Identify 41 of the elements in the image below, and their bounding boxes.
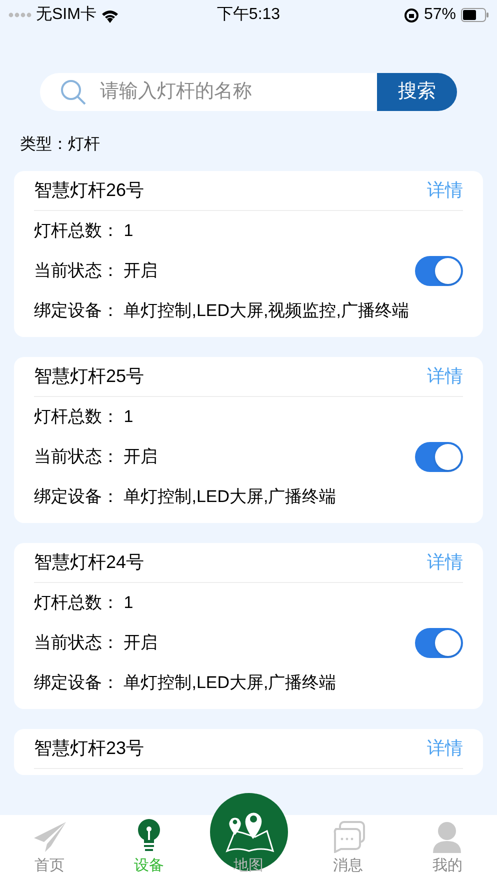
time-text: 下午5:13 (216, 5, 282, 25)
nav-tab[interactable]: 消息 (298, 815, 398, 883)
light-bulb-icon (137, 818, 162, 852)
person-icon (431, 820, 464, 852)
card-title: 智慧灯杆26号 (34, 179, 144, 202)
card-title: 智慧灯杆25号 (34, 365, 144, 388)
rotation-lock-icon (404, 8, 419, 22)
nav-tab[interactable]: 我的 (398, 815, 497, 883)
tab-label: 地图 (234, 856, 264, 876)
signal-icon (8, 12, 32, 18)
details-link[interactable]: 详情 (427, 549, 463, 576)
paper-plane-icon (32, 820, 67, 852)
nav-tab[interactable]: 设备 (99, 815, 199, 883)
battery-percent: 57% (424, 5, 456, 25)
details-link[interactable]: 详情 (427, 363, 463, 390)
info-text: 灯杆总数： 1 (34, 406, 134, 428)
wifi-icon (100, 8, 120, 22)
info-text: 当前状态： 开启 (34, 446, 159, 468)
status-switch[interactable] (415, 442, 463, 472)
filter-value: 灯杆 (68, 135, 100, 155)
status-switch[interactable] (415, 256, 463, 286)
search-button[interactable]: 搜索 (377, 73, 457, 111)
status-switch[interactable] (415, 628, 463, 658)
info-text: 当前状态： 开启 (34, 260, 159, 282)
info-text: 绑定设备： 单灯控制,LED大屏,广播终端 (34, 486, 338, 508)
search-field[interactable]: 请输入灯杆的名称 (100, 78, 377, 106)
card-title: 智慧灯杆24号 (34, 551, 144, 574)
battery-icon (461, 8, 489, 22)
card-title: 智慧灯杆23号 (34, 737, 144, 760)
info-text: 当前状态： 开启 (34, 632, 159, 654)
search-bar[interactable]: 请输入灯杆的名称 (40, 73, 377, 111)
info-text: 灯杆总数： 1 (34, 220, 134, 242)
info-text: 灯杆总数： 1 (34, 592, 134, 614)
carrier-text: 无SIM卡 (36, 4, 96, 25)
details-link[interactable]: 详情 (427, 177, 463, 204)
info-text: 绑定设备： 单灯控制,LED大屏,广播终端 (34, 672, 338, 694)
search-icon (60, 79, 86, 105)
nav-tab[interactable]: 首页 (0, 815, 100, 883)
details-link[interactable]: 详情 (427, 735, 463, 762)
filter-label: 类型： (20, 134, 68, 155)
info-text: 绑定设备： 单灯控制,LED大屏,视频监控,广播终端 (34, 300, 410, 322)
